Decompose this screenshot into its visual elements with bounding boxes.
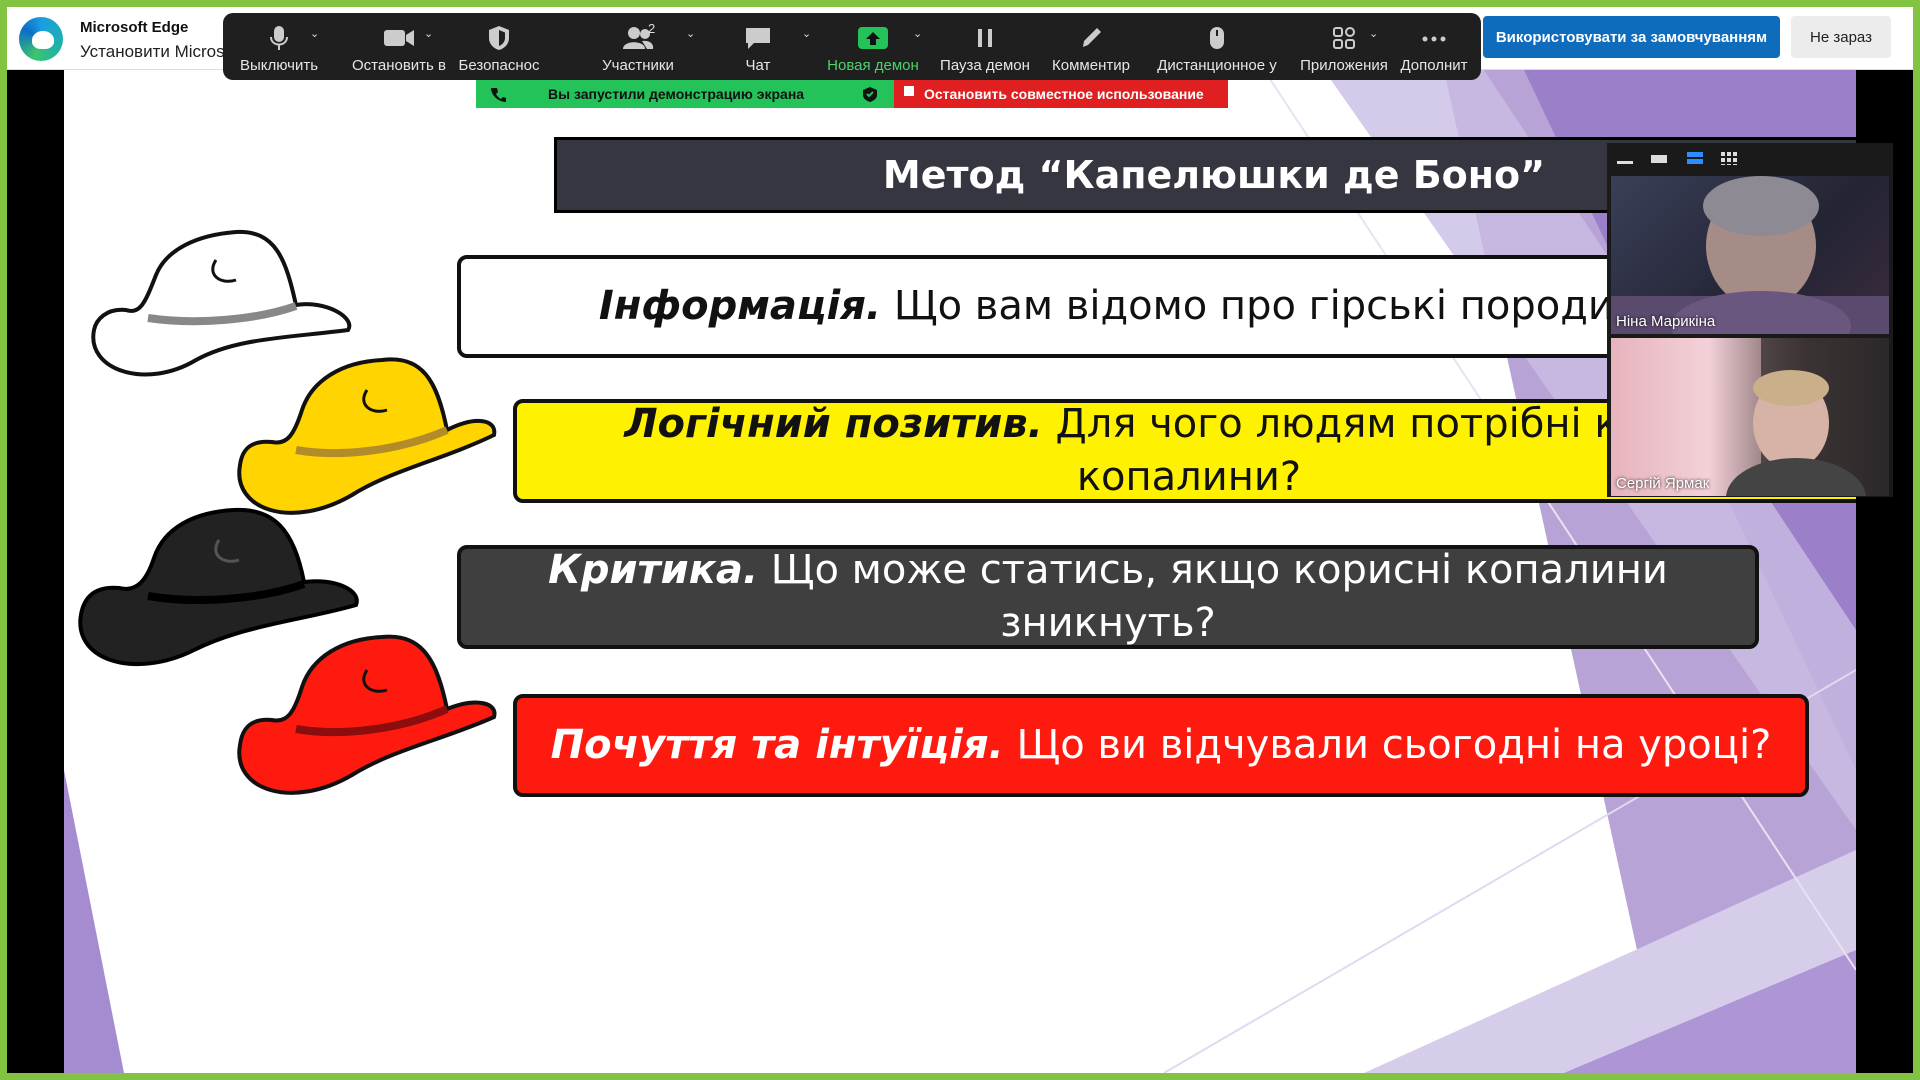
video-camera-icon — [384, 30, 414, 46]
participant-video-image — [1611, 176, 1889, 334]
chevron-down-icon[interactable]: ⌄ — [1369, 27, 1378, 40]
question-text: Що може статись, якщо корисні копалини з… — [758, 547, 1668, 646]
question-critique: Критика. Що може статись, якщо корисні к… — [457, 545, 1759, 649]
chevron-down-icon[interactable]: ⌄ — [802, 27, 811, 40]
sharing-status-text: Вы запустили демонстрацию экрана — [548, 86, 805, 102]
chevron-down-icon[interactable]: ⌄ — [310, 27, 319, 40]
participant-name: Ніна Марикіна — [1616, 313, 1716, 330]
chat-icon — [746, 28, 770, 49]
toolbar-label: Выключить — [239, 57, 319, 74]
pencil-icon — [1083, 28, 1101, 47]
more-icon — [1422, 36, 1446, 42]
edge-title: Microsoft Edge — [80, 19, 189, 36]
pause-icon — [978, 29, 992, 47]
annotate-button[interactable]: Комментир — [1043, 13, 1139, 80]
toolbar-label: Чат — [745, 57, 771, 74]
hide-videos-icon[interactable] — [1650, 151, 1668, 165]
sharing-status-banner[interactable]: Вы запустили демонстрацию экрана — [476, 80, 894, 108]
pause-share-button[interactable]: Пауза демон — [935, 13, 1035, 80]
question-feelings: Почуття та інтуїція. Що ви відчували сьо… — [513, 694, 1809, 797]
stop-square-icon — [904, 86, 914, 96]
participant-video-tile[interactable]: Ніна Марикіна — [1611, 176, 1889, 334]
participant-video-tile[interactable]: Сергій Ярмак — [1611, 338, 1889, 496]
security-button[interactable]: Безопаснос — [451, 13, 547, 80]
question-information: Інформація. Що вам відомо про гірські по… — [457, 255, 1777, 358]
toolbar-label: Безопаснос — [458, 57, 540, 74]
question-label: Інформація. — [598, 283, 882, 329]
security-shield-icon — [863, 87, 877, 102]
participant-video-panel: Ніна Марикіна Сергій Ярмак — [1607, 143, 1893, 497]
remote-control-button[interactable]: Дистанционное у — [1149, 13, 1285, 80]
stop-video-button[interactable]: Остановить в — [339, 13, 459, 80]
toolbar-label: Приложения — [1300, 57, 1388, 74]
presentation-slide: Метод “Капелюшки де Боно” Інформація. Що… — [64, 70, 1856, 1073]
minimize-icon[interactable] — [1616, 151, 1634, 165]
question-text: Що ви відчували сьогодні на уроці? — [1003, 722, 1772, 768]
speaker-view-icon[interactable] — [1686, 151, 1704, 165]
toolbar-label: Комментир — [1052, 57, 1130, 74]
chat-button[interactable]: Чат — [708, 13, 808, 80]
new-share-button[interactable]: Новая демон — [823, 13, 923, 80]
toolbar-label: Пауза демон — [940, 57, 1030, 74]
phone-icon — [491, 88, 506, 102]
question-text: Що вам відомо про гірські породи? — [881, 283, 1636, 329]
edge-subtitle: Установити Microsoft — [80, 42, 230, 61]
apps-button[interactable]: Приложения — [1289, 13, 1399, 80]
toolbar-label: Дополнит — [1400, 57, 1468, 74]
participants-button[interactable]: Участники — [573, 13, 703, 80]
mute-button[interactable]: Выключить — [229, 13, 329, 80]
chevron-down-icon[interactable]: ⌄ — [424, 27, 433, 40]
set-default-button[interactable]: Використовувати за замовчуванням — [1483, 16, 1780, 58]
chevron-down-icon[interactable]: ⌄ — [686, 27, 695, 40]
zoom-meeting-toolbar: Выключить ⌄ Остановить в ⌄ Безопаснос Уч… — [223, 13, 1481, 80]
stop-sharing-button[interactable]: Остановить совместное использование — [894, 80, 1228, 108]
toolbar-label: Новая демон — [827, 57, 919, 74]
toolbar-label: Участники — [602, 57, 674, 74]
stop-sharing-label: Остановить совместное использование — [924, 86, 1204, 102]
more-button[interactable]: Дополнит — [1391, 13, 1477, 80]
participant-video-image — [1726, 338, 1889, 496]
question-label: Почуття та інтуїція. — [550, 722, 1004, 768]
toolbar-label: Остановить в — [351, 57, 446, 74]
question-label: Логічний позитив. — [624, 401, 1043, 447]
share-screen-icon — [858, 27, 888, 49]
edge-logo-icon — [19, 17, 63, 61]
participants-count: 2 — [648, 21, 656, 36]
mouse-icon — [1210, 27, 1224, 49]
participant-name: Сергій Ярмак — [1616, 475, 1710, 492]
gallery-view-icon[interactable] — [1720, 151, 1738, 165]
apps-icon — [1333, 27, 1355, 49]
question-label: Критика. — [548, 547, 759, 593]
shield-icon — [489, 26, 509, 50]
chevron-down-icon[interactable]: ⌄ — [913, 27, 922, 40]
red-hat-icon — [237, 634, 497, 795]
toolbar-label: Дистанционное у — [1157, 57, 1277, 74]
not-now-button[interactable]: Не зараз — [1791, 16, 1891, 58]
microphone-icon — [270, 26, 288, 50]
